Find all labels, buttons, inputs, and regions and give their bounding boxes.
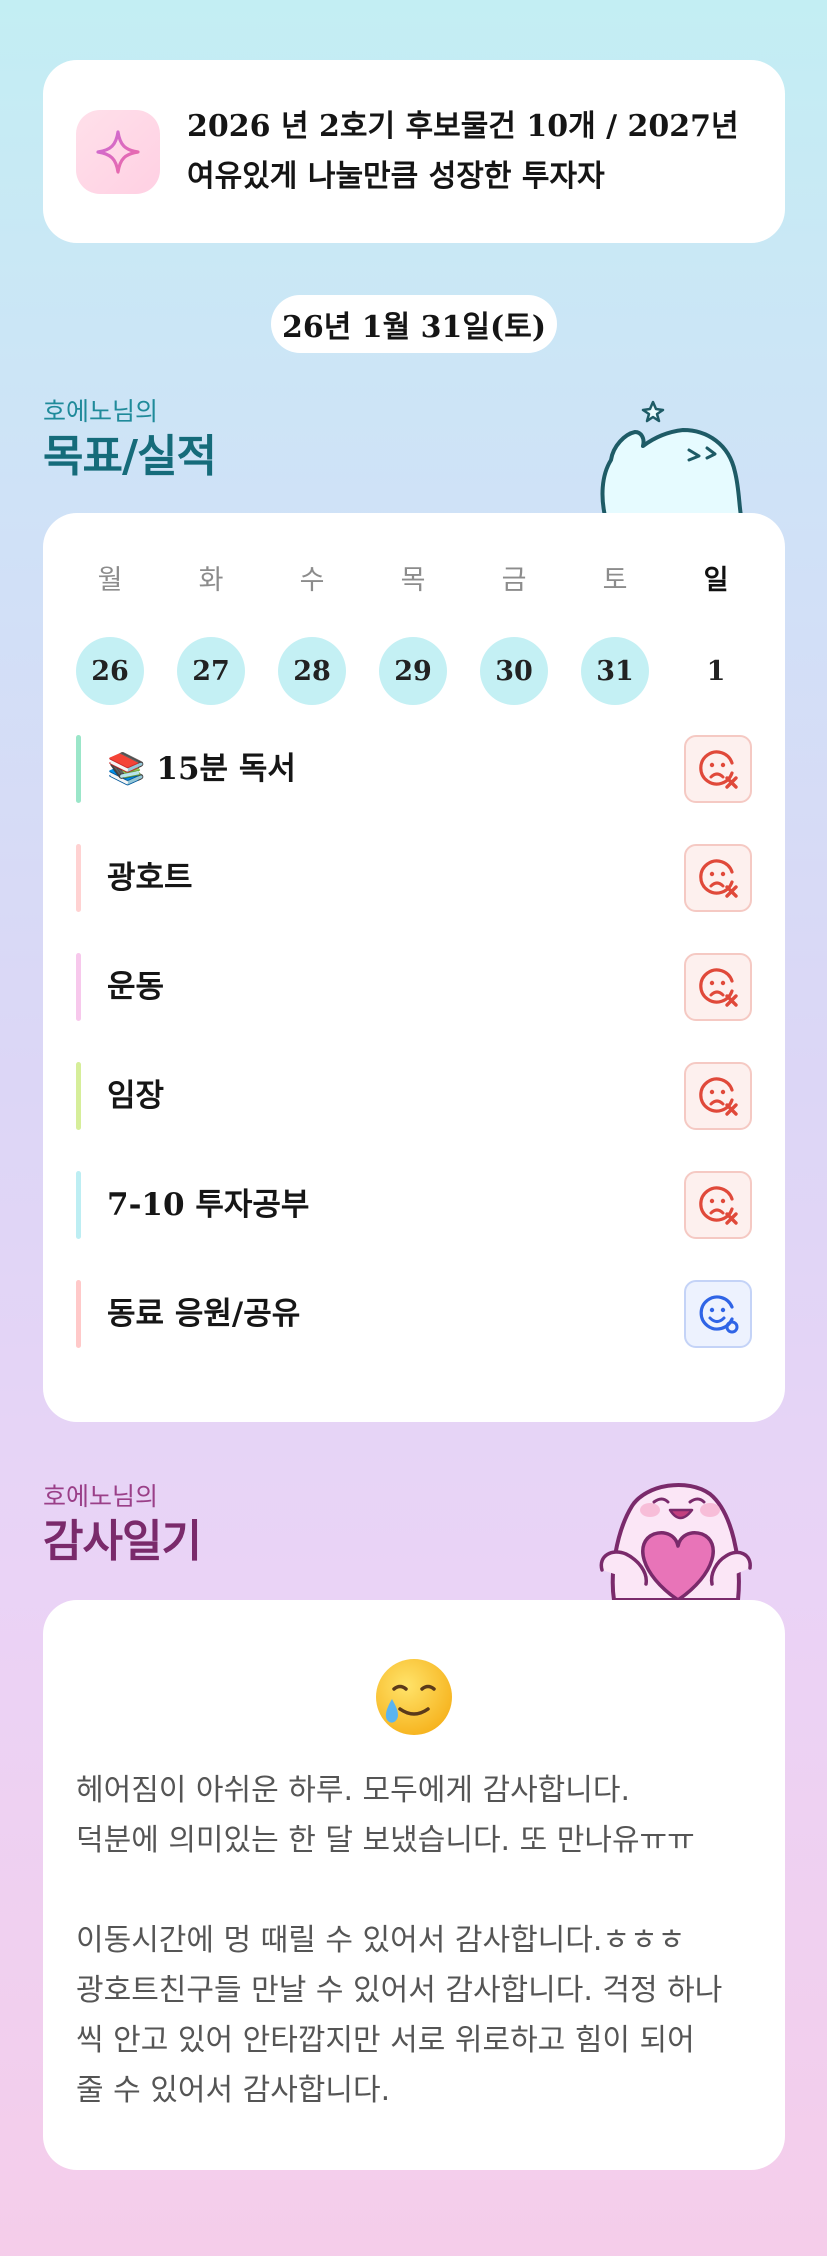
diary-section-title: 감사일기 bbox=[43, 1516, 202, 1567]
teary-smile-emoji-icon bbox=[372, 1655, 456, 1739]
diary-line: 덕분에 의미있는 한 달 보냈습니다. 또 만나유ㅠㅠ bbox=[76, 1823, 695, 1858]
habit-label: 광호트 bbox=[107, 860, 193, 896]
day-column-fri[interactable]: 금 30 bbox=[480, 561, 548, 705]
day-column-thu[interactable]: 목 29 bbox=[379, 561, 447, 705]
habit-status-fail[interactable] bbox=[684, 953, 752, 1021]
habit-color-bar bbox=[76, 1171, 81, 1239]
day-number-done: 30 bbox=[480, 637, 548, 705]
habit-row-site-visit: 임장 bbox=[76, 1062, 752, 1130]
habit-row-exercise: 운동 bbox=[76, 953, 752, 1021]
sad-face-x-icon bbox=[699, 750, 738, 789]
day-column-tue[interactable]: 화 27 bbox=[177, 561, 245, 705]
habit-tracker-card: 월 26 화 27 수 28 목 29 금 30 토 31 일 1 📚 15분 … bbox=[43, 513, 785, 1422]
habit-status-fail[interactable] bbox=[684, 844, 752, 912]
day-number: 1 bbox=[706, 655, 726, 687]
smile-face-check-icon bbox=[699, 1295, 739, 1334]
habit-color-bar bbox=[76, 1280, 81, 1348]
diary-line-blank bbox=[76, 1866, 766, 1916]
habit-row-gwanghot: 광호트 bbox=[76, 844, 752, 912]
sparkle-icon bbox=[76, 109, 160, 194]
day-number-done: 29 bbox=[379, 637, 447, 705]
diary-line: 이동시간에 멍 때릴 수 있어서 감사합니다.ㅎㅎㅎ bbox=[76, 1923, 686, 1958]
habit-color-bar bbox=[76, 953, 81, 1021]
day-number-done: 31 bbox=[581, 637, 649, 705]
day-number-done: 28 bbox=[278, 637, 346, 705]
habit-status-fail[interactable] bbox=[684, 735, 752, 803]
sad-face-x-icon bbox=[699, 1077, 738, 1116]
diary-line: 씩 안고 있어 안타깝지만 서로 위로하고 힘이 되어 bbox=[76, 2023, 695, 2058]
diary-line: 헤어짐이 아쉬운 하루. 모두에게 감사합니다. bbox=[76, 1773, 631, 1808]
day-name: 일 bbox=[703, 565, 729, 596]
day-name: 수 bbox=[299, 565, 325, 596]
diary-text: 헤어짐이 아쉬운 하루. 모두에게 감사합니다. 덕분에 의미있는 한 달 보냈… bbox=[76, 1766, 766, 2116]
habit-row-reading: 📚 15분 독서 bbox=[76, 735, 752, 803]
habit-color-bar bbox=[76, 844, 81, 912]
sad-face-x-icon bbox=[699, 859, 738, 898]
mascot-heart-illustration bbox=[592, 1470, 757, 1602]
day-name: 월 bbox=[97, 565, 123, 596]
habit-status-fail[interactable] bbox=[684, 1171, 752, 1239]
day-column-mon[interactable]: 월 26 bbox=[76, 561, 144, 705]
habit-label: 동료 응원/공유 bbox=[107, 1296, 301, 1332]
habit-row-invest-study: 7-10 투자공부 bbox=[76, 1171, 752, 1239]
day-column-sun[interactable]: 일 1 bbox=[682, 561, 750, 705]
day-column-wed[interactable]: 수 28 bbox=[278, 561, 346, 705]
habit-status-fail[interactable] bbox=[684, 1062, 752, 1130]
habit-label: 📚 15분 독서 bbox=[107, 751, 296, 787]
habit-row-cheer-share: 동료 응원/공유 bbox=[76, 1280, 752, 1348]
goal-text: 2026 년 2호기 후보물건 10개 / 2027년 여유있게 나눌만큼 성장… bbox=[187, 108, 739, 194]
goal-card: 2026 년 2호기 후보물건 10개 / 2027년 여유있게 나눌만큼 성장… bbox=[43, 60, 785, 243]
sad-face-x-icon bbox=[699, 1186, 738, 1225]
sad-face-x-icon bbox=[699, 968, 738, 1007]
day-number-done: 26 bbox=[76, 637, 144, 705]
gratitude-diary-card: 헤어짐이 아쉬운 하루. 모두에게 감사합니다. 덕분에 의미있는 한 달 보냈… bbox=[43, 1600, 785, 2170]
mascot-thumbs-up-illustration bbox=[595, 388, 755, 518]
diary-line: 줄 수 있어서 감사합니다. bbox=[76, 2073, 391, 2108]
day-name: 토 bbox=[602, 565, 628, 596]
habit-color-bar bbox=[76, 1062, 81, 1130]
day-name: 화 bbox=[198, 565, 224, 596]
habit-status-ok[interactable] bbox=[684, 1280, 752, 1348]
day-name: 목 bbox=[400, 565, 426, 596]
day-number-done: 27 bbox=[177, 637, 245, 705]
habit-color-bar bbox=[76, 735, 81, 803]
diary-line: 광호트친구들 만날 수 있어서 감사합니다. 걱정 하나 bbox=[76, 1973, 723, 2008]
day-name: 금 bbox=[501, 565, 527, 596]
habit-label: 임장 bbox=[107, 1078, 165, 1114]
habit-label: 7-10 투자공부 bbox=[107, 1187, 310, 1223]
habit-label: 운동 bbox=[107, 969, 165, 1005]
day-column-sat[interactable]: 토 31 bbox=[581, 561, 649, 705]
goal-section-title: 목표/실적 bbox=[43, 431, 217, 482]
date-label[interactable]: 26년 1월 31일(토) bbox=[271, 295, 557, 353]
